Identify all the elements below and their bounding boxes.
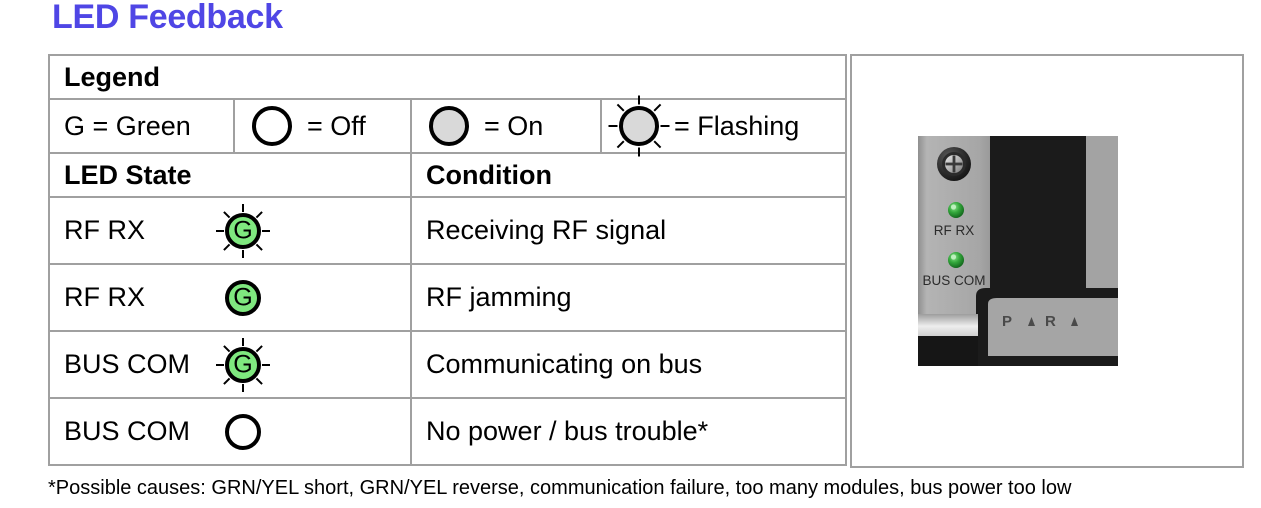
bus-com-led-label: BUS COM [922,273,985,288]
table-row: RF RX G RF jamming [48,263,848,332]
legend-key-row: G = Green = Off = On = Flashing [48,95,848,157]
legend-key-green-label: G = Green [64,110,191,141]
led-green-flashing-icon: G [216,337,270,392]
svg-text:R: R [1045,313,1056,330]
rf-rx-led [948,202,964,218]
circle-on-icon [426,103,472,149]
plate-shadow [918,336,978,366]
content-area: Legend G = Green = Off = On = Flashing L… [47,54,1248,474]
legend-key-flashing-label: = Flashing [674,110,800,141]
svg-text:P: P [1002,313,1012,330]
led-state-cell: BUS COM [48,397,412,466]
device-photo-panel: RF RX BUS COM P R [850,54,1244,468]
legend-key-off-label: = Off [307,110,366,141]
led-state-label: RF RX [64,215,145,246]
led-state-cell: RF RX G [48,196,412,265]
table-row: RF RX G Receiving RF signal [48,196,848,265]
condition-cell: RF jamming [409,263,848,332]
circle-flashing-icon [608,95,670,157]
led-state-cell: BUS COM G [48,330,412,399]
circle-off-icon [249,103,295,149]
column-header-condition: Condition [409,152,848,198]
table-header-row: LED State Condition [48,152,848,198]
led-state-label: BUS COM [64,349,191,380]
led-feedback-table: Legend G = Green = Off = On = Flashing L… [47,54,848,466]
legend-key-green: G = Green [48,98,235,154]
center-dark-column [990,136,1086,314]
condition-cell: No power / bus trouble* [409,397,848,466]
legend-title-row: Legend [47,54,848,100]
footnote: *Possible causes: GRN/YEL short, GRN/YEL… [48,477,1072,499]
legend-key-flashing: = Flashing [599,95,848,157]
led-state-cell: RF RX G [48,263,412,332]
legend-heading: Legend [47,54,848,100]
table-row: BUS COM G Communicating on bus [48,330,848,399]
legend-key-on: = On [410,98,602,154]
led-letter: G [233,216,253,244]
condition-cell: Receiving RF signal [409,196,848,265]
plate-bottom-edge [918,314,978,336]
led-letter: G [233,283,253,311]
led-green-flashing-icon: G [216,203,270,258]
legend-key-off: = Off [233,98,412,154]
led-off-icon [224,413,262,451]
table-row: BUS COM No power / bus trouble* [48,397,848,466]
screw-icon [937,147,971,181]
column-header-led-state: LED State [48,152,412,198]
led-state-label: BUS COM [64,416,191,447]
module-front-panel-photo: RF RX BUS COM P R [918,136,1118,366]
legend-key-on-label: = On [484,110,544,141]
led-state-label: RF RX [64,282,145,313]
led-green-on-icon: G [224,279,262,317]
condition-cell: Communicating on bus [409,330,848,399]
bus-com-led [948,252,964,268]
led-letter: G [233,350,253,378]
page-title: LED Feedback [52,0,283,36]
rf-rx-led-label: RF RX [934,223,975,238]
